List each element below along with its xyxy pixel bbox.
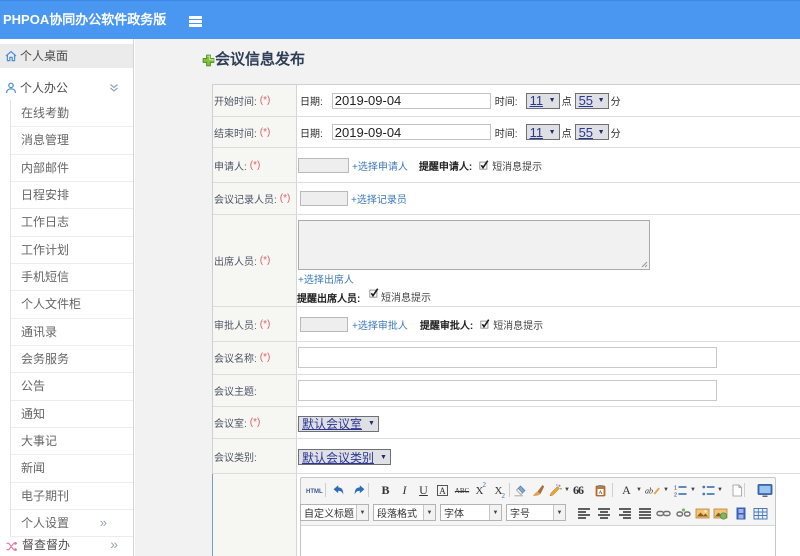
svg-text:1: 1 — [674, 486, 677, 492]
svg-text:2: 2 — [674, 493, 677, 499]
svg-text:ab: ab — [645, 487, 653, 496]
svg-text:A: A — [599, 490, 603, 496]
